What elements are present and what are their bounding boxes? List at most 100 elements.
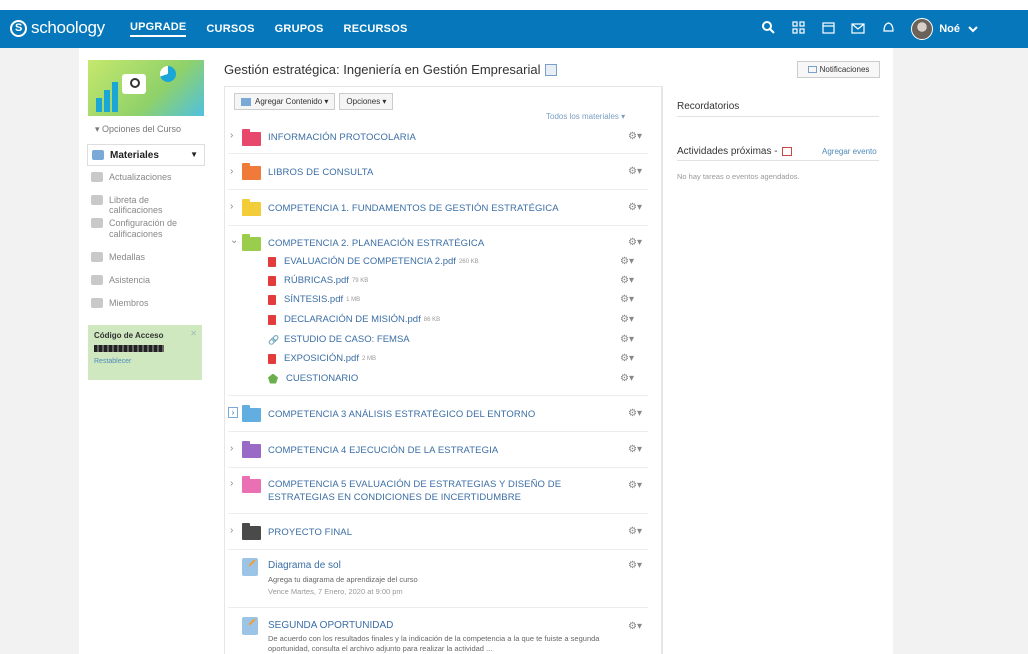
folder-row[interactable]: › PROYECTO FINAL ⚙▾ [228,514,648,550]
top-bar: S schoology UPGRADE CURSOS GRUPOS RECURS… [0,10,1028,48]
file-title[interactable]: SÍNTESIS.pdf [284,294,343,305]
nav-grupos[interactable]: GRUPOS [275,23,324,35]
file-title[interactable]: DECLARACIÓN DE MISIÓN.pdf [284,314,421,325]
file-size: 1 MB [346,296,361,303]
chevron-down-icon[interactable]: ⌄ [230,235,238,246]
file-item[interactable]: DECLARACIÓN DE MISIÓN.pdf 86 KB [268,314,440,325]
folder-row-expanded[interactable]: ⌄ COMPETENCIA 2. PLANEACIÓN ESTRATÉGICA … [228,226,648,396]
folder-row[interactable]: › COMPETENCIA 1. FUNDAMENTOS DE GESTIÓN … [228,190,648,226]
folder-row[interactable]: › COMPETENCIA 5 EVALUACIÓN DE ESTRATEGIA… [228,468,648,514]
gear-icon[interactable]: ⚙▾ [628,202,642,213]
gear-icon[interactable]: ⚙▾ [628,237,642,248]
sidebar-item-miembros[interactable]: Miembros [87,292,205,315]
apps-grid-icon[interactable] [783,20,813,38]
calendar-icon[interactable] [782,146,793,156]
nav-cursos[interactable]: CURSOS [206,23,254,35]
user-menu[interactable]: Noé [911,18,978,40]
gear-icon[interactable]: ⚙▾ [620,294,634,305]
file-title[interactable]: EXPOSICIÓN.pdf [284,353,359,364]
chevron-right-icon[interactable]: › [230,130,233,141]
mail-icon[interactable] [843,21,873,38]
folder-title[interactable]: INFORMACIÓN PROTOCOLARIA [268,131,416,144]
pdf-icon [268,256,276,267]
file-size: 86 KB [423,316,441,323]
upcoming-title: Actividades próximas - [677,146,793,157]
notifications-label: Notificaciones [819,65,870,74]
gear-icon[interactable]: ⚙▾ [620,275,634,286]
chevron-right-icon[interactable]: › [230,166,233,177]
file-item[interactable]: EVALUACIÓN DE COMPETENCIA 2.pdf 260 KB [268,256,479,267]
top-icons: Noé [753,10,978,48]
link-title[interactable]: ESTUDIO DE CASO: FEMSA [284,334,410,345]
folder-title[interactable]: COMPETENCIA 5 EVALUACIÓN DE ESTRATEGIAS … [268,478,620,504]
chevron-right-icon[interactable]: › [230,525,233,536]
file-item[interactable]: RÚBRICAS.pdf 79 KB [268,275,368,286]
gear-icon[interactable]: ⚙▾ [620,353,634,364]
gear-icon[interactable]: ⚙▾ [628,131,642,142]
options-button[interactable]: Opciones ▾ [339,93,394,110]
file-size: 79 KB [351,277,369,284]
assignment-title[interactable]: SEGUNDA OPORTUNIDAD [268,620,393,631]
gear-icon[interactable]: ⚙▾ [620,334,634,345]
gear-icon[interactable]: ⚙▾ [628,444,642,455]
folder-title[interactable]: COMPETENCIA 2. PLANEACIÓN ESTRATÉGICA [268,237,484,250]
quiz-title[interactable]: CUESTIONARIO [286,373,358,384]
chevron-right-icon[interactable]: › [230,201,233,212]
sidebar-item-medallas[interactable]: Medallas [87,246,205,269]
gear-icon[interactable]: ⚙▾ [628,621,642,632]
chevron-right-icon[interactable]: › [228,407,238,418]
sidebar-item-actualizaciones[interactable]: Actualizaciones [87,166,205,189]
folder-title[interactable]: COMPETENCIA 3 ANÁLISIS ESTRATÉGICO DEL E… [268,408,535,421]
nav-recursos[interactable]: RECURSOS [344,23,408,35]
folder-title[interactable]: COMPETENCIA 1. FUNDAMENTOS DE GESTIÓN ES… [268,202,559,215]
chevron-right-icon[interactable]: › [230,478,233,489]
gear-icon[interactable]: ⚙▾ [628,480,642,491]
gear-icon[interactable]: ⚙▾ [628,408,642,419]
close-icon[interactable]: ✕ [190,329,197,338]
course-options-link[interactable]: ▾ Opciones del Curso [95,124,181,135]
gear-icon[interactable]: ⚙▾ [620,373,634,384]
folder-row[interactable]: › LIBROS DE CONSULTA ⚙▾ [228,154,648,190]
gear-icon[interactable]: ⚙▾ [620,314,634,325]
file-item[interactable]: SÍNTESIS.pdf 1 MB [268,294,360,305]
brand-name: schoology [31,18,105,37]
search-icon[interactable] [753,20,783,38]
quiz-item[interactable]: CUESTIONARIO [268,373,358,384]
folder-row[interactable]: › COMPETENCIA 3 ANÁLISIS ESTRATÉGICO DEL… [228,396,648,432]
schoology-logo[interactable]: S schoology [10,18,105,38]
avatar [911,18,934,40]
nav-upgrade[interactable]: UPGRADE [130,21,187,37]
folder-title[interactable]: LIBROS DE CONSULTA [268,166,373,179]
access-code-redacted [94,345,164,352]
calendar-icon[interactable] [813,21,843,38]
quiz-icon [268,373,278,384]
add-event-link[interactable]: Agregar evento [822,147,877,156]
badge-icon [91,252,103,262]
folder-row[interactable]: › COMPETENCIA 4 EJECUCIÓN DE LA ESTRATEG… [228,432,648,468]
gear-icon[interactable]: ⚙▾ [628,560,642,571]
folder-icon [242,129,261,146]
sidebar-item-materiales[interactable]: Materiales ▼ [87,144,205,166]
chevron-right-icon[interactable]: › [230,443,233,454]
gear-icon[interactable]: ⚙▾ [628,526,642,537]
folder-title[interactable]: COMPETENCIA 4 EJECUCIÓN DE LA ESTRATEGIA [268,444,498,457]
link-item[interactable]: 🔗 ESTUDIO DE CASO: FEMSA [268,334,410,345]
folder-title[interactable]: PROYECTO FINAL [268,526,352,539]
assignment-title[interactable]: Diagrama de sol [268,560,341,571]
add-content-button[interactable]: Agregar Contenido ▾ [234,93,336,110]
notifications-button[interactable]: Notificaciones [797,61,880,78]
notifications-icon[interactable] [873,21,903,38]
gear-icon[interactable]: ⚙▾ [628,166,642,177]
sidebar-item-libreta[interactable]: Libreta de calificaciones [87,189,205,215]
panel-divider [662,86,663,654]
file-title[interactable]: RÚBRICAS.pdf [284,275,349,286]
file-title[interactable]: EVALUACIÓN DE COMPETENCIA 2.pdf [284,256,456,267]
folder-row[interactable]: › INFORMACIÓN PROTOCOLARIA ⚙▾ [228,120,648,154]
file-item[interactable]: EXPOSICIÓN.pdf 2 MB [268,353,376,364]
course-info-icon[interactable] [544,63,557,76]
sidebar-item-asistencia[interactable]: Asistencia [87,269,205,292]
course-title: Gestión estratégica: Ingeniería en Gesti… [224,62,541,77]
sidebar-item-configuracion[interactable]: Configuración de calificaciones [87,212,205,246]
gear-icon[interactable]: ⚙▾ [620,256,634,267]
reset-code-link[interactable]: Restablecer [94,358,196,365]
